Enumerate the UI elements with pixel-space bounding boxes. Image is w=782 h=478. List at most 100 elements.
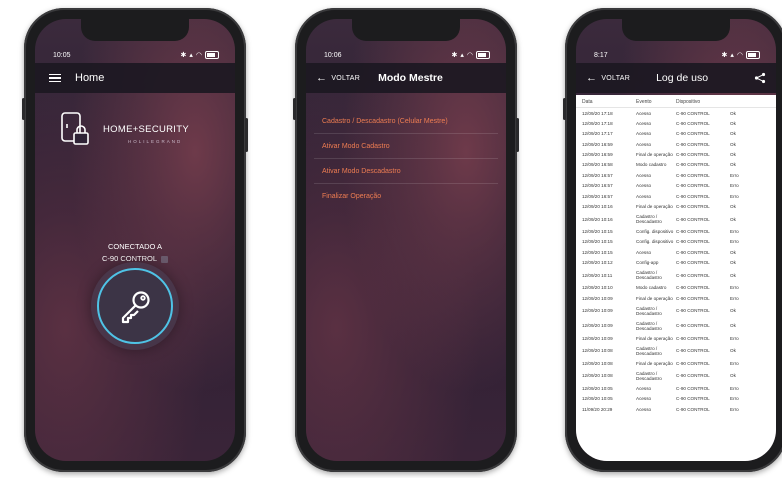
table-row: 12/09/20 10:15 Config. dispositivo C-90 CO… — [576, 237, 776, 247]
menu-item-activate-unregister[interactable]: Ativar Modo Descadastro — [314, 159, 498, 184]
log-date: 12/09/20 16:57 — [582, 172, 613, 178]
menu-icon[interactable] — [49, 73, 61, 83]
log-event: Config. dispositivo — [636, 239, 674, 245]
signal-icon: ▴ — [460, 52, 464, 59]
log-date: 12/09/20 10:09 — [582, 335, 613, 341]
app-bar: ← VOLTAR Modo Mestre — [306, 63, 506, 93]
app-bar: Home — [35, 63, 235, 93]
log-date: 12/09/20 16:57 — [582, 183, 613, 189]
log-table-header: Data Evento Dispositivo — [576, 97, 776, 108]
log-device: C-90 CONTROL — [676, 373, 710, 379]
log-device: C-90 CONTROL — [676, 162, 710, 168]
log-event: Cadastro / Descadastro — [636, 270, 662, 281]
log-event: Modo cadastro — [636, 162, 667, 168]
log-event: Acesso — [636, 131, 652, 137]
log-event: Acesso — [636, 183, 652, 189]
log-device: C-90 CONTROL — [676, 308, 710, 314]
log-device: C-90 CONTROL — [676, 335, 710, 341]
log-device: C-90 CONTROL — [676, 120, 710, 126]
menu-item-activate-register[interactable]: Ativar Modo Cadastro — [314, 134, 498, 159]
log-date: 12/09/20 10:15 — [582, 249, 613, 255]
log-status: Erro — [730, 172, 739, 178]
log-device: C-90 CONTROL — [676, 203, 710, 209]
log-status: Ok — [730, 249, 736, 255]
arrow-left-icon: ← — [316, 72, 328, 84]
notch — [352, 19, 460, 41]
table-row: 12/09/20 10:08 Final de operação C-90 CONT… — [576, 358, 776, 368]
log-device: C-90 CONTROL — [676, 216, 710, 222]
status-time: 10:05 — [53, 51, 71, 59]
table-row: 12/09/20 10:16 Final de operação C-90 CONT… — [576, 201, 776, 211]
device-settings-icon[interactable] — [161, 255, 168, 263]
log-date: 12/09/20 16:57 — [582, 193, 613, 199]
back-button[interactable]: ← VOLTAR — [586, 72, 630, 84]
log-table: Data Evento Dispositivo 12/09/20 17:18 Ac… — [576, 95, 776, 461]
log-date: 12/09/20 10:09 — [582, 295, 613, 301]
log-event: Final de operação — [636, 335, 673, 341]
header-event: Evento — [636, 99, 652, 105]
log-event: Final de operação — [636, 152, 673, 158]
signal-icon: ▴ — [730, 52, 734, 59]
table-row: 12/09/20 10:08 Cadastro / Descadastro C-90… — [576, 369, 776, 384]
notch — [622, 19, 730, 41]
volume-button — [22, 98, 25, 120]
header-date: Data — [582, 99, 593, 105]
log-device: C-90 CONTROL — [676, 131, 710, 137]
log-status: Erro — [730, 193, 739, 199]
log-event: Cadastro / Descadastro — [636, 305, 662, 316]
table-row: 12/09/20 17:17 Acesso C-90 CONTROL Ok — [576, 129, 776, 139]
share-icon[interactable] — [754, 72, 766, 84]
table-row: 12/09/20 10:09 Final de operação C-90 CONT… — [576, 293, 776, 303]
table-row: 12/09/20 10:15 Acesso C-90 CONTROL Ok — [576, 247, 776, 257]
log-status: Erro — [730, 295, 739, 301]
brand-subtitle: HOLILEGRAND — [128, 139, 183, 144]
log-event: Acesso — [636, 406, 652, 412]
table-row: 12/09/20 17:18 Acesso C-90 CONTROL Ok — [576, 118, 776, 128]
header-device: Dispositivo — [676, 99, 701, 105]
log-device: C-90 CONTROL — [676, 406, 710, 412]
table-row: 12/09/20 16:59 Final de operação C-90 CONT… — [576, 150, 776, 160]
log-device: C-90 CONTROL — [676, 260, 710, 266]
menu-item-finish-operation[interactable]: Finalizar Operação — [314, 184, 498, 208]
log-date: 12/09/20 10:12 — [582, 260, 613, 266]
bluetooth-icon: ✱ — [180, 52, 187, 59]
table-row: 12/09/20 10:16 Cadastro / Descadastro C-90… — [576, 212, 776, 227]
log-status: Ok — [730, 120, 736, 126]
page-title: Modo Mestre — [378, 72, 443, 84]
log-status: Ok — [730, 348, 736, 354]
log-device: C-90 CONTROL — [676, 152, 710, 158]
volume-button — [563, 98, 566, 120]
log-event: Cadastro / Descadastro — [636, 345, 662, 356]
log-status: Ok — [730, 260, 736, 266]
log-device: C-90 CONTROL — [676, 348, 710, 354]
log-event: Acesso — [636, 110, 652, 116]
log-date: 12/09/20 16:59 — [582, 152, 613, 158]
page-title: Log de uso — [656, 72, 709, 84]
log-date: 12/09/20 10:09 — [582, 308, 613, 314]
table-row: 12/09/20 10:12 Config-app C-90 CONTROL Ok — [576, 258, 776, 268]
log-date: 12/09/20 16:58 — [582, 162, 613, 168]
power-button — [245, 118, 248, 152]
status-time: 8:17 — [594, 51, 608, 59]
unlock-key-button[interactable] — [97, 268, 173, 344]
log-event: Config-app — [636, 260, 659, 266]
phone-usage-log: 8:17 ✱ ▴ ◠ ← VOLTAR Log de uso Data Even… — [563, 8, 782, 472]
log-status: Ok — [730, 131, 736, 137]
log-status: Ok — [730, 323, 736, 329]
menu-item-register-master[interactable]: Cadastro / Descadastro (Celular Mestre) — [314, 109, 498, 134]
log-device: C-90 CONTROL — [676, 285, 710, 291]
table-row: 12/09/20 10:09 Cadastro / Descadastro C-90… — [576, 304, 776, 319]
status-bar: 8:17 ✱ ▴ ◠ — [594, 49, 760, 61]
log-event: Acesso — [636, 396, 652, 402]
log-event: Acesso — [636, 386, 652, 392]
log-status: Erro — [730, 229, 739, 235]
log-event: Cadastro / Descadastro — [636, 320, 662, 331]
log-device: C-90 CONTROL — [676, 110, 710, 116]
log-date: 12/09/20 10:05 — [582, 386, 613, 392]
table-row: 12/09/20 17:18 Acesso C-90 CONTROL Ok — [576, 108, 776, 118]
back-button[interactable]: ← VOLTAR — [316, 72, 360, 84]
phone-master-mode: 10:06 ✱ ▴ ◠ ← VOLTAR Modo Mestre Cadastr… — [293, 8, 519, 472]
log-date: 12/09/20 17:18 — [582, 120, 613, 126]
log-status: Ok — [730, 152, 736, 158]
log-device: C-90 CONTROL — [676, 141, 710, 147]
